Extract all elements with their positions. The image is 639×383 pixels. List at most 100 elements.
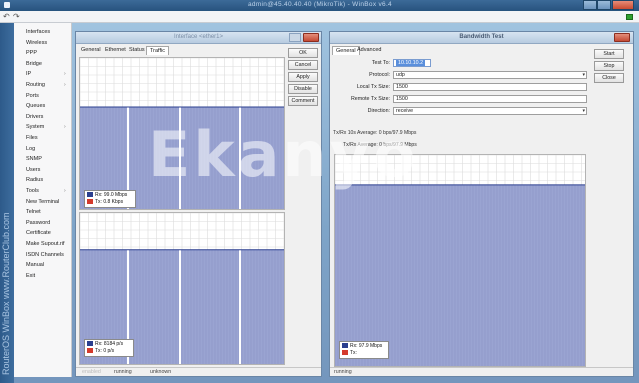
host-titlebar: admin@45.40.40.40 (MikroTik) - WinBox v6…	[0, 0, 639, 11]
sidebar-item-radius[interactable]: Radius	[26, 177, 43, 183]
submenu-arrow-icon: ›	[64, 82, 66, 88]
test-to-label: Test To:	[371, 60, 390, 66]
sidebar-item-users[interactable]: Users	[26, 167, 40, 173]
watermark-text: Ekanyo	[148, 118, 419, 191]
interface-statusbar: enabled running unknown	[76, 367, 321, 376]
rx-rate-label: Rx: 99.0 Mbps	[95, 192, 128, 198]
sidebar-item-drivers[interactable]: Drivers	[26, 114, 43, 120]
protocol-label: Protocol:	[369, 72, 390, 78]
sample-gap	[239, 249, 241, 364]
window-minimize-button[interactable]	[289, 33, 301, 42]
apply-button[interactable]: Apply	[288, 72, 318, 82]
sidebar-item-tools[interactable]: Tools	[26, 188, 39, 194]
chevron-down-icon[interactable]: ▾	[582, 108, 585, 114]
tx-swatch	[87, 348, 93, 354]
tx-swatch	[342, 350, 348, 356]
submenu-arrow-icon: ›	[64, 124, 66, 131]
sidebar-item-make-supout-rif[interactable]: Make Supout.rif	[26, 241, 65, 247]
cancel-button[interactable]: Cancel	[288, 60, 318, 70]
submenu-arrow-icon: ›	[64, 71, 66, 78]
sidebar-item-password[interactable]: Password	[26, 220, 50, 226]
sidebar-item-new-terminal[interactable]: New Terminal	[26, 199, 59, 205]
bandwidth-window-titlebar[interactable]: Bandwidth Test	[330, 32, 633, 44]
tx-swatch	[87, 199, 93, 205]
bandwidth-rx-area	[335, 184, 585, 366]
test-to-input[interactable]: 10.10.10.2	[393, 59, 431, 67]
protocol-select[interactable]: udp ▾	[393, 71, 587, 79]
maximize-button[interactable]	[597, 0, 611, 10]
status-enabled: enabled	[82, 369, 101, 375]
sidebar-item-isdn-channels[interactable]: ISDN Channels	[26, 252, 64, 258]
toolbar: ↶ ↷	[0, 11, 639, 23]
disable-button[interactable]: Disable	[288, 84, 318, 94]
bw-status: running	[334, 369, 352, 375]
sidebar-item-ppp[interactable]: PPP	[26, 50, 37, 56]
stop-button[interactable]: Stop	[594, 61, 624, 71]
sidebar-item-exit[interactable]: Exit	[26, 273, 35, 279]
rx-packets-label: Rx: 8184 p/s	[95, 341, 124, 347]
app-icon	[4, 2, 10, 8]
close-button[interactable]	[612, 0, 634, 10]
direction-select[interactable]: receive ▾	[393, 107, 587, 115]
tab-traffic[interactable]: Traffic	[146, 46, 169, 55]
window-close-button[interactable]	[303, 33, 319, 42]
rx-swatch	[87, 341, 93, 347]
test-to-value: 10.10.10.2	[396, 60, 426, 66]
sidebar-item-ports[interactable]: Ports	[26, 93, 39, 99]
brand-vertical-text: RouterOS WinBox www.RouterClub.com	[1, 212, 11, 375]
tab-advanced[interactable]: Advanced	[354, 46, 384, 55]
window-close-button[interactable]	[614, 33, 630, 42]
sidebar-item-files[interactable]: Files	[26, 135, 38, 141]
status-link: unknown	[150, 369, 172, 375]
remote-tx-label: Remote Tx Size:	[350, 96, 390, 102]
rx-swatch	[342, 343, 348, 349]
sidebar-item-log[interactable]: Log	[26, 146, 35, 152]
undo-icon[interactable]: ↶	[3, 12, 10, 22]
packets-graph: Rx: 8184 p/s Tx: 0 p/s	[79, 212, 285, 365]
status-led-icon	[626, 14, 633, 20]
comment-button[interactable]: Comment	[288, 96, 318, 106]
remote-tx-value: 1500	[396, 96, 408, 102]
tx-rate-label: Tx: 0.8 Kbps	[95, 199, 124, 205]
submenu-arrow-icon: ›	[64, 188, 66, 194]
bw-rx-label: Rx: 97.9 Mbps	[350, 343, 383, 349]
sidebar-item-wireless[interactable]: Wireless	[26, 40, 47, 46]
tx-packets-label: Tx: 0 p/s	[95, 348, 115, 354]
sidebar-item-certificate[interactable]: Certificate	[26, 230, 51, 236]
remote-tx-input[interactable]: 1500	[393, 95, 587, 103]
start-button[interactable]: Start	[594, 49, 624, 59]
sidebar-item-bridge[interactable]: Bridge	[26, 61, 42, 67]
rx-swatch	[87, 192, 93, 198]
sidebar-item-telnet[interactable]: Telnet	[26, 209, 41, 215]
tab-ethernet[interactable]: Ethernet	[102, 46, 129, 55]
sidebar-item-queues[interactable]: Queues	[26, 103, 45, 109]
interface-window-title: Interface <ether1>	[173, 34, 224, 40]
tab-general[interactable]: General	[78, 46, 104, 55]
status-running: running	[114, 369, 132, 375]
sidebar-item-system[interactable]: System	[26, 124, 44, 130]
sidebar-item-routing[interactable]: Routing	[26, 82, 45, 88]
sidebar-item-ip[interactable]: IP	[26, 71, 31, 77]
tab-status[interactable]: Status	[126, 46, 148, 55]
local-tx-input[interactable]: 1500	[393, 83, 587, 91]
traffic-legend: Rx: 99.0 Mbps Tx: 0.8 Kbps	[84, 190, 136, 208]
interface-window: Interface <ether1> Rx: 99.0 Mbps Tx: 0.8…	[75, 31, 322, 377]
sidebar-item-manual[interactable]: Manual	[26, 262, 44, 268]
redo-icon[interactable]: ↷	[13, 12, 20, 22]
protocol-value: udp	[396, 72, 405, 78]
vertical-brand-band: RouterOS WinBox www.RouterClub.com	[0, 23, 14, 383]
local-tx-value: 1500	[396, 84, 408, 90]
interface-window-titlebar[interactable]: Interface <ether1>	[76, 32, 321, 44]
sidebar-item-interfaces[interactable]: Interfaces	[26, 29, 50, 35]
chevron-down-icon[interactable]: ▾	[582, 72, 585, 78]
minimize-button[interactable]	[583, 0, 597, 10]
sidebar-menu: Interfaces Wireless PPP Bridge IP › Routing › Po…	[14, 23, 72, 377]
ok-button[interactable]: OK	[288, 48, 318, 58]
packets-legend: Rx: 8184 p/s Tx: 0 p/s	[84, 339, 134, 357]
direction-value: receive	[396, 108, 414, 114]
sidebar-item-snmp[interactable]: SNMP	[26, 156, 42, 162]
host-title: admin@45.40.40.40 (MikroTik) - WinBox v6…	[248, 1, 392, 8]
bandwidth-statusbar: running	[330, 367, 633, 376]
close-button[interactable]: Close	[594, 73, 624, 83]
bandwidth-test-window: Bandwidth Test Test To: 10.10.10.2 Proto…	[329, 31, 634, 377]
